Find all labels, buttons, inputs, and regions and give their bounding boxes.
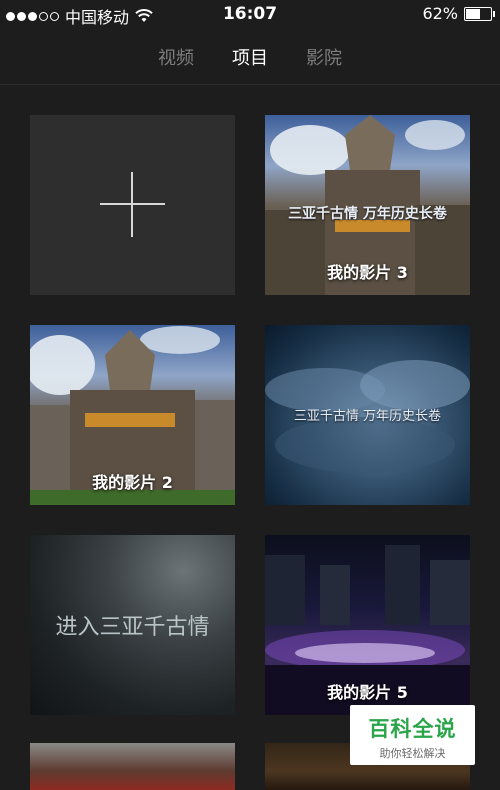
baike-watermark: 百科全说 助你轻松解决 xyxy=(350,705,475,765)
enter-sanya-text: 进入三亚千古情 xyxy=(55,615,210,640)
battery-icon xyxy=(464,6,495,21)
project-tile-5[interactable]: 我的影片 5 xyxy=(265,535,470,715)
project-3-label: 我的影片 3 xyxy=(327,263,408,282)
project-3-overlay-title: 三亚千古情 万年历史长卷 xyxy=(288,206,447,222)
project-tile-partial-left[interactable] xyxy=(30,743,235,790)
top-tab-bar: 视频 项目 影院 xyxy=(0,44,500,76)
watermark-title: 百科全说 xyxy=(368,717,457,741)
add-project-button[interactable] xyxy=(30,115,235,295)
tab-projects[interactable]: 项目 xyxy=(232,44,268,76)
tab-divider xyxy=(0,84,500,85)
project-2-label: 我的影片 2 xyxy=(92,473,173,492)
template-title: 三亚千古情 万年历史长卷 xyxy=(293,409,442,424)
tab-videos[interactable]: 视频 xyxy=(158,44,194,76)
template-tile[interactable]: 三亚千古情 万年历史长卷 xyxy=(265,325,470,505)
project-tile-3[interactable]: 三亚千古情 万年历史长卷 我的影片 3 xyxy=(265,115,470,295)
tab-cinema[interactable]: 影院 xyxy=(306,44,342,76)
watermark-subtitle: 助你轻松解决 xyxy=(379,747,446,760)
enter-sanya-tile[interactable]: 进入三亚千古情 xyxy=(30,535,235,715)
project-tile-2[interactable]: 我的影片 2 xyxy=(30,325,235,505)
battery-percent: 62% xyxy=(422,4,458,23)
status-right: 62% xyxy=(422,4,495,23)
project-5-label: 我的影片 5 xyxy=(327,683,408,702)
status-bar: 中国移动 16:07 62% xyxy=(0,0,500,28)
